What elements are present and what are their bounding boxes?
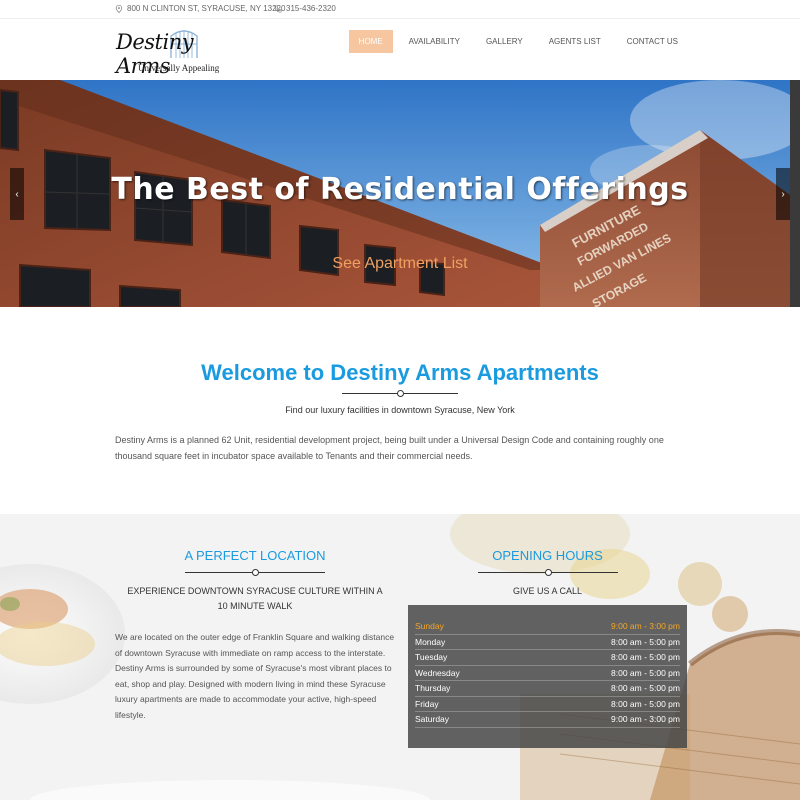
site-logo[interactable]: Destiny Arms Universally Appealing xyxy=(116,24,246,78)
nav-home[interactable]: HOME xyxy=(348,30,393,53)
hours-row: Monday 8:00 am - 5:00 pm xyxy=(415,635,680,650)
hours-row: Thursday 8:00 am - 5:00 pm xyxy=(415,681,680,697)
hours-row: Tuesday 8:00 am - 5:00 pm xyxy=(415,650,680,666)
slider-prev-arrow-icon[interactable]: ‹ xyxy=(10,168,24,220)
nav-gallery[interactable]: GALLERY xyxy=(476,30,533,53)
slider-next-arrow-icon[interactable]: › xyxy=(776,168,790,220)
hero-title: The Best of Residential Offerings xyxy=(111,172,689,207)
welcome-title: Welcome to Destiny Arms Apartments xyxy=(201,360,599,385)
location-subtitle: EXPERIENCE DOWNTOWN SYRACUSE CULTURE WIT… xyxy=(127,586,383,611)
location-divider xyxy=(185,568,325,578)
main-nav: HOME AVAILABILITY GALLERY AGENTS LIST CO… xyxy=(343,30,688,53)
address-text: 800 N CLINTON ST, SYRACUSE, NY 13220 xyxy=(127,4,286,13)
phone-icon xyxy=(274,4,282,13)
hours-row: Saturday 9:00 am - 3:00 pm xyxy=(415,712,680,728)
nav-agents-list[interactable]: AGENTS LIST xyxy=(539,30,611,53)
hours-row: Sunday 9:00 am - 3:00 pm xyxy=(415,619,680,635)
welcome-body: Destiny Arms is a planned 62 Unit, resid… xyxy=(115,435,664,461)
hero-slider: FURNITURE FORWARDED ALLIED VAN LINES STO… xyxy=(0,80,800,307)
hours-row: Friday 8:00 am - 5:00 pm xyxy=(415,697,680,712)
phone-info[interactable]: 315-436-2320 xyxy=(274,4,336,13)
top-info-bar: 800 N CLINTON ST, SYRACUSE, NY 13220 315… xyxy=(0,0,800,19)
hours-subtitle: GIVE US A CALL xyxy=(512,586,583,596)
nav-availability[interactable]: AVAILABILITY xyxy=(399,30,470,53)
see-apartment-list-button[interactable]: See Apartment List xyxy=(0,255,800,273)
location-hours-section: A PERFECT LOCATION EXPERIENCE DOWNTOWN S… xyxy=(0,514,800,800)
logo-tagline: Universally Appealing xyxy=(138,63,220,73)
nav-contact-us[interactable]: CONTACT US xyxy=(617,30,688,53)
hours-row: Wednesday 8:00 am - 5:00 pm xyxy=(415,666,680,681)
opening-hours-table: Sunday 9:00 am - 3:00 pm Monday 8:00 am - … xyxy=(408,605,687,748)
welcome-subtitle: Find our luxury facilities in downtown S… xyxy=(285,405,515,415)
address-info: 800 N CLINTON ST, SYRACUSE, NY 13220 xyxy=(115,4,285,13)
map-pin-icon xyxy=(115,4,123,13)
phone-text: 315-436-2320 xyxy=(286,4,336,13)
location-title: A PERFECT LOCATION xyxy=(184,548,326,563)
welcome-divider xyxy=(342,389,458,399)
hours-divider xyxy=(478,568,618,578)
location-body: We are located on the outer edge of Fran… xyxy=(115,632,395,720)
site-header: Destiny Arms Universally Appealing HOME … xyxy=(0,20,800,80)
hours-title: OPENING HOURS xyxy=(492,548,603,563)
